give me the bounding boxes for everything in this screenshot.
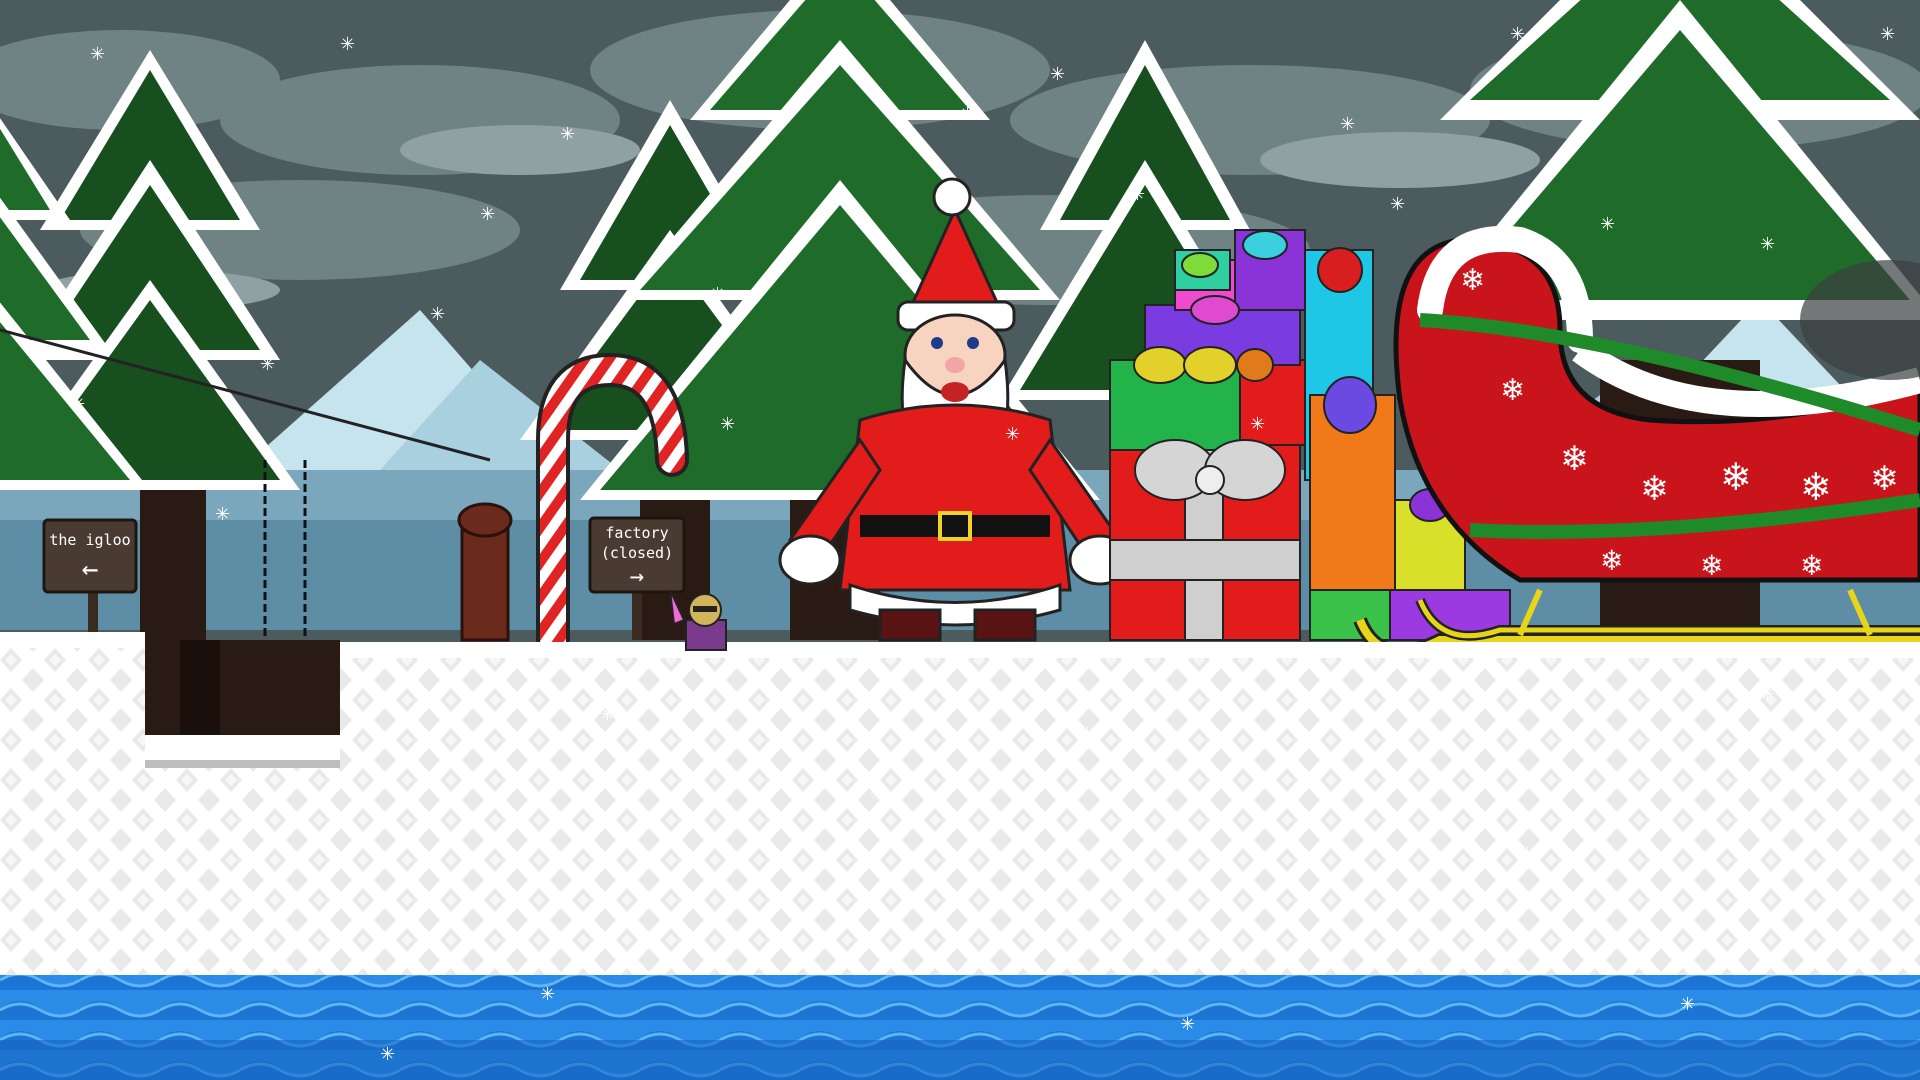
svg-text:✳: ✳ <box>380 1044 395 1065</box>
svg-text:✳: ✳ <box>240 884 255 905</box>
svg-text:✳: ✳ <box>1050 64 1065 85</box>
arrow-left-icon: ← <box>82 552 99 585</box>
svg-text:✳: ✳ <box>1680 994 1695 1015</box>
svg-text:✳: ✳ <box>1420 644 1435 665</box>
svg-text:✳: ✳ <box>710 284 725 305</box>
svg-text:✳: ✳ <box>1180 1014 1195 1035</box>
svg-text:✳: ✳ <box>1760 684 1775 705</box>
svg-text:✳: ✳ <box>1340 114 1355 135</box>
svg-text:✳: ✳ <box>1250 414 1265 435</box>
svg-text:❄: ❄ <box>1800 465 1832 509</box>
svg-text:✳: ✳ <box>260 354 275 375</box>
water <box>0 975 1920 1080</box>
svg-text:✳: ✳ <box>1760 234 1775 255</box>
svg-text:✳: ✳ <box>1130 184 1145 205</box>
igloo-sign-label: the igloo <box>49 531 130 549</box>
svg-text:❄: ❄ <box>1870 459 1899 499</box>
snow-ground <box>0 632 1920 990</box>
svg-text:✳: ✳ <box>1510 24 1525 45</box>
svg-text:❄: ❄ <box>1500 373 1525 408</box>
svg-text:❄: ❄ <box>1700 549 1723 582</box>
svg-text:✳: ✳ <box>90 44 105 65</box>
svg-text:❄: ❄ <box>1560 439 1589 479</box>
svg-text:✳: ✳ <box>540 984 555 1005</box>
svg-text:✳: ✳ <box>1390 194 1405 215</box>
svg-text:✳: ✳ <box>720 414 735 435</box>
factory-sign-line2: (closed) <box>601 544 673 562</box>
game-scene: the igloo ← factory (closed) → ❄ ❄ ❄ ❄ ❄… <box>0 0 1920 1080</box>
svg-text:❄: ❄ <box>1600 544 1623 577</box>
svg-text:✳: ✳ <box>1880 24 1895 45</box>
svg-text:✳: ✳ <box>870 784 885 805</box>
svg-text:❄: ❄ <box>1640 469 1669 509</box>
svg-text:✳: ✳ <box>1520 844 1535 865</box>
svg-text:✳: ✳ <box>1005 424 1020 445</box>
svg-text:✳: ✳ <box>430 304 445 325</box>
svg-text:✳: ✳ <box>560 124 575 145</box>
svg-text:❄: ❄ <box>1720 455 1752 499</box>
arrow-right-icon: → <box>630 562 644 590</box>
svg-text:✳: ✳ <box>1600 214 1615 235</box>
svg-text:✳: ✳ <box>1080 724 1095 745</box>
svg-text:❄: ❄ <box>1460 263 1485 298</box>
svg-text:✳: ✳ <box>215 504 230 525</box>
svg-text:✳: ✳ <box>70 394 85 415</box>
game-canvas: the igloo ← factory (closed) → ❄ ❄ ❄ ❄ ❄… <box>0 0 1920 1080</box>
wooden-post <box>457 502 513 642</box>
factory-sign-line1: factory <box>605 524 668 542</box>
svg-text:✳: ✳ <box>480 204 495 225</box>
svg-text:✳: ✳ <box>340 34 355 55</box>
svg-text:❄: ❄ <box>1800 549 1823 582</box>
svg-text:✳: ✳ <box>960 104 975 125</box>
svg-text:✳: ✳ <box>600 704 615 725</box>
